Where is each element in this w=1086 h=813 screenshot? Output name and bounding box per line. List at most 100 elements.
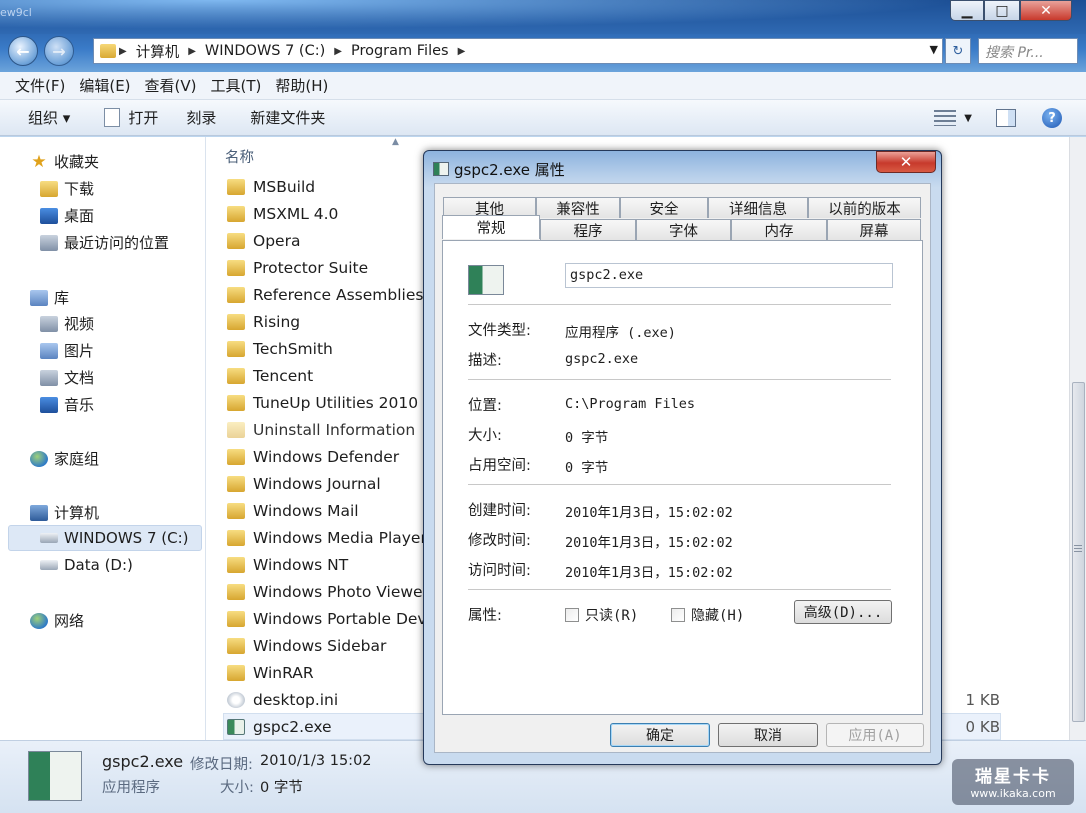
column-header-name[interactable]: 名称 <box>225 146 254 167</box>
tab-font[interactable]: 字体 <box>636 219 731 240</box>
tab-general[interactable]: 常规 <box>442 215 540 239</box>
nav-videos[interactable]: 视频 <box>40 313 94 334</box>
burn-button[interactable]: 刻录 <box>178 107 224 128</box>
nav-desktop[interactable]: 桌面 <box>40 205 94 226</box>
title-bar <box>0 0 1086 34</box>
nav-pictures[interactable]: 图片 <box>40 340 94 361</box>
nav-label: 库 <box>54 289 70 307</box>
size-on-disk-value: 0 字节 <box>565 460 609 476</box>
organize-button[interactable]: 组织 ▾ <box>20 107 78 128</box>
menu-file[interactable]: 文件(F) <box>8 75 72 96</box>
nav-downloads[interactable]: 下载 <box>40 178 94 199</box>
minimize-button[interactable]: ▁ <box>950 0 984 21</box>
system-drive-icon <box>40 533 58 543</box>
nav-homegroup[interactable]: 家庭组 <box>30 448 99 469</box>
cancel-button[interactable]: 取消 <box>718 723 818 747</box>
attributes-label: 属性: <box>468 608 502 624</box>
breadcrumb-drive-c[interactable]: WINDOWS 7 (C:) <box>199 43 331 59</box>
nav-network[interactable]: 网络 <box>30 610 84 631</box>
breadcrumb-program-files[interactable]: Program Files <box>345 43 455 59</box>
address-bar[interactable]: ▶ 计算机 ▶ WINDOWS 7 (C:) ▶ Program Files ▶… <box>93 38 943 64</box>
file-row[interactable]: Windows Photo Viewer <box>227 578 429 605</box>
tab-screen[interactable]: 屏幕 <box>827 219 921 240</box>
tab-compatibility[interactable]: 兼容性 <box>536 197 620 218</box>
menu-tools[interactable]: 工具(T) <box>204 75 269 96</box>
readonly-checkbox[interactable]: 只读(R) <box>565 605 638 625</box>
checkbox-box[interactable] <box>565 608 579 622</box>
chevron-right-icon[interactable]: ▶ <box>331 46 345 57</box>
back-button[interactable]: ← <box>8 36 38 66</box>
refresh-button[interactable]: ↻ <box>945 38 971 64</box>
nav-drive-c[interactable]: WINDOWS 7 (C:) <box>40 529 189 547</box>
chevron-right-icon[interactable]: ▶ <box>116 46 130 57</box>
nav-drive-d[interactable]: Data (D:) <box>40 556 133 574</box>
open-button[interactable]: 打开 <box>96 107 166 128</box>
nav-music[interactable]: 音乐 <box>40 394 94 415</box>
chevron-right-icon[interactable]: ▶ <box>185 46 199 57</box>
file-name: Windows Defender <box>253 447 400 466</box>
homegroup-icon <box>30 450 48 467</box>
tab-program[interactable]: 程序 <box>540 219 636 240</box>
file-row[interactable]: Rising <box>227 308 300 335</box>
nav-libraries[interactable]: 库 <box>30 287 69 308</box>
file-row[interactable]: desktop.ini <box>227 686 338 713</box>
help-icon[interactable]: ? <box>1042 108 1062 128</box>
tab-details[interactable]: 详细信息 <box>708 197 808 218</box>
tab-memory[interactable]: 内存 <box>731 219 827 240</box>
hidden-checkbox[interactable]: 隐藏(H) <box>671 605 744 625</box>
file-row[interactable]: MSBuild <box>227 173 315 200</box>
file-row[interactable]: Windows Journal <box>227 470 381 497</box>
file-row[interactable]: Windows Mail <box>227 497 359 524</box>
file-row[interactable]: Uninstall Information <box>227 416 415 443</box>
file-row[interactable]: WinRAR <box>227 659 314 686</box>
nav-favorites[interactable]: ★ 收藏夹 <box>30 151 99 172</box>
file-row[interactable]: Reference Assemblies <box>227 281 423 308</box>
folder-icon <box>227 340 245 357</box>
forward-button[interactable]: → <box>44 36 74 66</box>
apply-button[interactable]: 应用(A) <box>826 723 924 747</box>
breadcrumb-computer[interactable]: 计算机 <box>130 41 186 62</box>
nav-recent[interactable]: 最近访问的位置 <box>40 232 169 253</box>
file-row[interactable]: Windows Media Player <box>227 524 427 551</box>
checkbox-box[interactable] <box>671 608 685 622</box>
file-row[interactable]: Tencent <box>227 362 313 389</box>
file-name: Protector Suite <box>253 258 369 277</box>
preview-pane-icon[interactable] <box>996 109 1016 127</box>
chevron-right-icon[interactable]: ▶ <box>455 46 469 57</box>
view-details-icon[interactable] <box>934 110 957 126</box>
drive-icon <box>40 560 58 570</box>
nav-documents[interactable]: 文档 <box>40 367 94 388</box>
close-button[interactable]: ✕ <box>1020 0 1072 21</box>
filename-field[interactable]: gspc2.exe <box>565 263 893 288</box>
file-row[interactable]: Opera <box>227 227 300 254</box>
file-row[interactable]: Windows Sidebar <box>227 632 386 659</box>
tab-previous-versions[interactable]: 以前的版本 <box>808 197 921 218</box>
maximize-button[interactable]: □ <box>984 0 1020 21</box>
size-value: 0 字节 <box>565 430 609 446</box>
file-row[interactable]: MSXML 4.0 <box>227 200 338 227</box>
ok-button[interactable]: 确定 <box>610 723 710 747</box>
advanced-button[interactable]: 高级(D)... <box>794 600 892 624</box>
new-folder-button[interactable]: 新建文件夹 <box>242 107 333 128</box>
dialog-close-button[interactable]: ✕ <box>876 151 936 173</box>
desktop-icon <box>40 207 58 224</box>
file-row[interactable]: Windows Portable Devi <box>227 605 431 632</box>
document-library-icon <box>40 369 58 386</box>
file-row-selected[interactable]: gspc2.exe <box>227 713 332 740</box>
vertical-scrollbar[interactable] <box>1069 137 1086 740</box>
file-row[interactable]: TuneUp Utilities 2010 <box>227 389 418 416</box>
search-input[interactable]: 搜索 Pr... <box>978 38 1078 64</box>
chevron-down-icon[interactable]: ▼ <box>964 113 972 124</box>
menu-edit[interactable]: 编辑(E) <box>72 75 137 96</box>
forward-arrow-icon: → <box>52 41 66 61</box>
tab-security[interactable]: 安全 <box>620 197 708 218</box>
file-row[interactable]: Protector Suite <box>227 254 368 281</box>
file-row[interactable]: Windows NT <box>227 551 348 578</box>
nav-computer[interactable]: 计算机 <box>30 502 99 523</box>
menu-help[interactable]: 帮助(H) <box>268 75 335 96</box>
menu-view[interactable]: 查看(V) <box>138 75 204 96</box>
file-row[interactable]: TechSmith <box>227 335 333 362</box>
chevron-down-icon[interactable]: ▼ <box>930 43 938 56</box>
file-row[interactable]: Windows Defender <box>227 443 399 470</box>
dialog-body: 其他 兼容性 安全 详细信息 以前的版本 程序 字体 内存 屏幕 常规 gspc… <box>434 183 931 753</box>
